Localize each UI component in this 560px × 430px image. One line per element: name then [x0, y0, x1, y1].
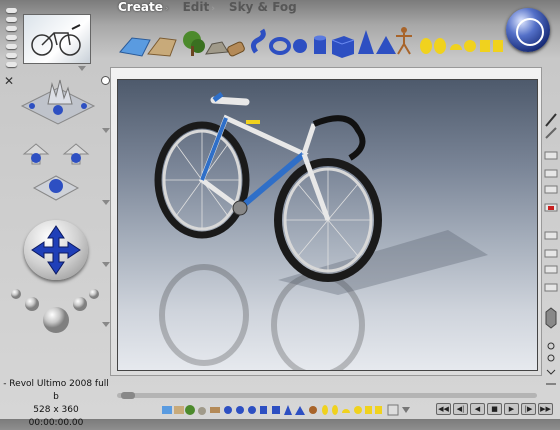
bottom-object-palette: [160, 402, 410, 416]
logo-ring-icon: [516, 18, 544, 46]
figure-icon[interactable]: [396, 27, 412, 55]
memory-dots[interactable]: [6, 8, 20, 67]
cube-icon[interactable]: [331, 36, 355, 58]
tree-icon: [185, 405, 195, 415]
pyramid-icon[interactable]: [376, 36, 396, 54]
render-preview-thumbnail[interactable]: [23, 14, 91, 64]
panel-button-icon: [544, 249, 558, 258]
menu-edit-label: Edit: [182, 0, 210, 14]
object-palette: [118, 22, 506, 60]
wood-icon[interactable]: [227, 41, 246, 57]
menu-create[interactable]: Create ›: [118, 0, 169, 14]
hand-icon: [546, 369, 556, 375]
rewind-button[interactable]: ◀◀: [436, 403, 451, 415]
half-sphere-icon[interactable]: [450, 40, 476, 52]
tree-icon[interactable]: [183, 31, 205, 56]
start-button[interactable]: ◀|: [453, 403, 468, 415]
water-icon[interactable]: [119, 37, 151, 57]
animation-controls: ◀◀ ◀| ◀ ■ ▶ |▶ ▶▶: [436, 403, 553, 415]
torus-icon[interactable]: [269, 37, 291, 55]
panel-button-icon: [544, 265, 558, 274]
wood-icon: [210, 407, 220, 413]
resolution-label: 528 x 360: [33, 405, 79, 415]
half-sphere-icon: [342, 409, 350, 413]
box-icon[interactable]: [480, 40, 503, 52]
menu-arrow-icon: ›: [164, 4, 169, 14]
timeline-scroll-thumb[interactable]: [121, 392, 135, 399]
camera-trackball[interactable]: [18, 74, 98, 132]
sphere-icon[interactable]: [293, 39, 307, 53]
panel-button-icon: [544, 169, 558, 178]
cylinder-icon: [260, 406, 267, 414]
camera-dot-icon[interactable]: [101, 76, 110, 85]
torus-icon: [236, 406, 244, 414]
zoom-in-icon: [547, 342, 555, 350]
pencil-icon: [545, 127, 557, 139]
menu-edit[interactable]: Edit ›: [183, 0, 215, 14]
ellipsoid-icon: [322, 405, 328, 415]
palette-menu-icon: [387, 404, 399, 416]
zoom-out-icon: [547, 354, 555, 362]
cube-view-icon: [545, 307, 557, 329]
panel-button-icon: [544, 283, 558, 292]
menu-arrow-icon: ›: [211, 4, 215, 14]
scale-tool[interactable]: [10, 280, 102, 336]
menu-sky-fog[interactable]: Sky & Fog: [229, 0, 297, 14]
terrain-icon[interactable]: [147, 37, 177, 57]
right-toolbar: [544, 112, 558, 392]
rock-icon[interactable]: [205, 41, 229, 55]
rotate-trackball[interactable]: [24, 220, 88, 280]
menu-create-label: Create: [118, 0, 163, 14]
play-button[interactable]: ▶: [504, 403, 519, 415]
thumbnail-dropdown-arrow[interactable]: [78, 66, 86, 71]
timeline-scrollbar[interactable]: [117, 392, 537, 399]
panel-button-icon: [544, 151, 558, 160]
sphere-icon: [248, 406, 256, 414]
pyramid-icon: [295, 406, 305, 415]
document-title: - Revol Ultimo 2008 full b: [3, 379, 109, 402]
fast-forward-button[interactable]: ▶▶: [538, 403, 553, 415]
twist-icon[interactable]: [250, 28, 266, 54]
terrain-icon: [174, 406, 184, 414]
brush-icon: [545, 113, 557, 127]
menu-sky-fog-label: Sky & Fog: [228, 0, 297, 14]
move-tool[interactable]: [16, 140, 96, 202]
water-icon: [162, 406, 172, 414]
record-icon: [548, 206, 554, 210]
render-viewport[interactable]: [117, 79, 538, 371]
rock-icon: [198, 407, 206, 415]
cube-icon: [272, 406, 280, 414]
rotate-dropdown-arrow[interactable]: [102, 262, 110, 267]
step-back-button[interactable]: ◀: [470, 403, 485, 415]
twist-icon: [224, 406, 232, 414]
top-menu: Create › Edit › Sky & Fog: [118, 0, 297, 14]
cylinder-icon[interactable]: [314, 35, 326, 55]
stop-button[interactable]: ■: [487, 403, 502, 415]
cone-icon: [284, 405, 292, 415]
scale-dropdown-arrow[interactable]: [102, 322, 110, 327]
bicycle-shadow: [278, 230, 488, 295]
chevron-down-icon: [402, 407, 410, 413]
end-button[interactable]: |▶: [521, 403, 536, 415]
scene-info: - Revol Ultimo 2008 full b 528 x 360 00:…: [0, 378, 112, 430]
panel-button-icon: [544, 231, 558, 240]
app-logo-button[interactable]: [506, 8, 550, 52]
ellipsoid-icon[interactable]: [420, 38, 446, 54]
trackball-dropdown-arrow[interactable]: [102, 128, 110, 133]
move-dropdown-arrow[interactable]: [102, 200, 110, 205]
cone-icon[interactable]: [358, 30, 374, 54]
box-icon: [365, 406, 372, 414]
panel-button-icon: [544, 185, 558, 194]
figure-icon: [309, 406, 317, 414]
